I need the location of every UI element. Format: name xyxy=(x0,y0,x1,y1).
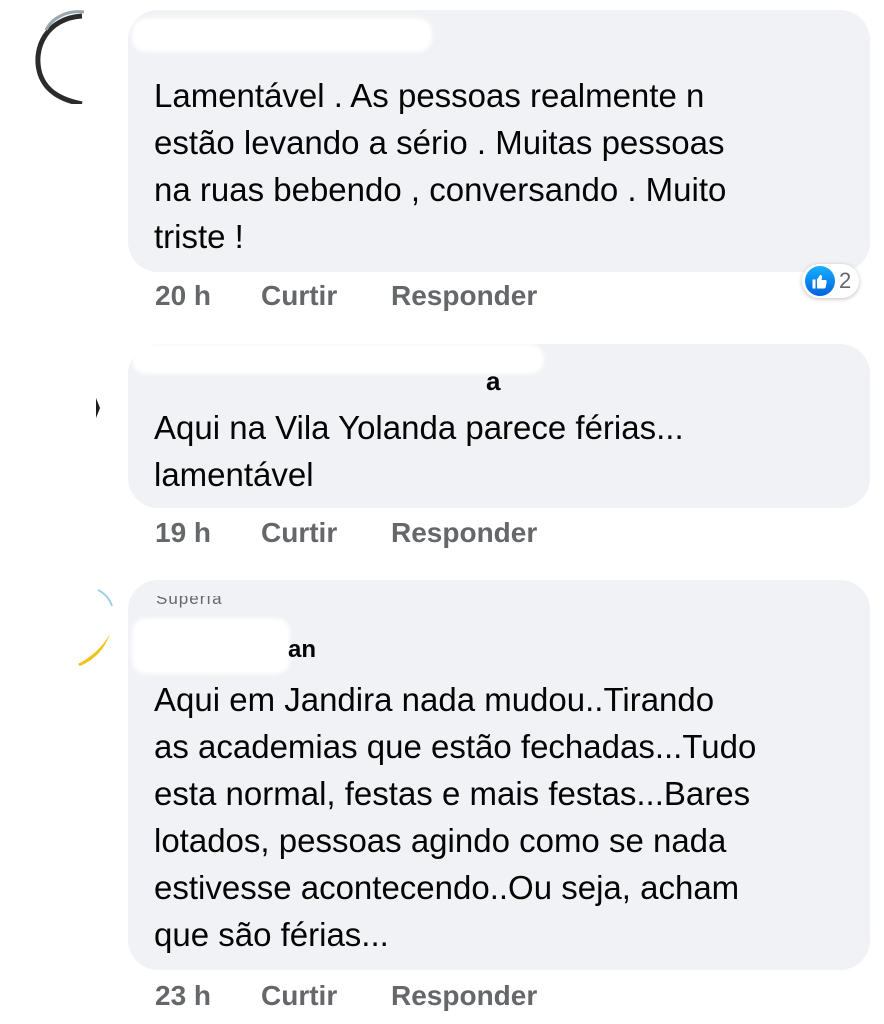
comments-screen: Lamentável . As pessoas realmente n estã… xyxy=(0,0,884,1024)
superfan-badge: Superfã xyxy=(156,596,223,612)
avatar-image xyxy=(78,589,113,666)
comment-text: Aqui em Jandira nada mudou..Tirando as a… xyxy=(154,681,757,953)
reply-button[interactable]: Responder xyxy=(391,980,537,1012)
author-name-fragment[interactable]: an xyxy=(288,636,316,664)
badge-label: Superfã xyxy=(156,596,223,608)
author-name-redacted xyxy=(132,618,290,674)
comment-3: Superfã an Aqui em Jandira nada mudou..T… xyxy=(0,0,884,1024)
avatar[interactable] xyxy=(76,588,116,668)
timestamp[interactable]: 23 h xyxy=(155,980,261,1012)
comment-actions: 23 h Curtir Responder xyxy=(155,976,537,1016)
like-button[interactable]: Curtir xyxy=(261,980,391,1012)
